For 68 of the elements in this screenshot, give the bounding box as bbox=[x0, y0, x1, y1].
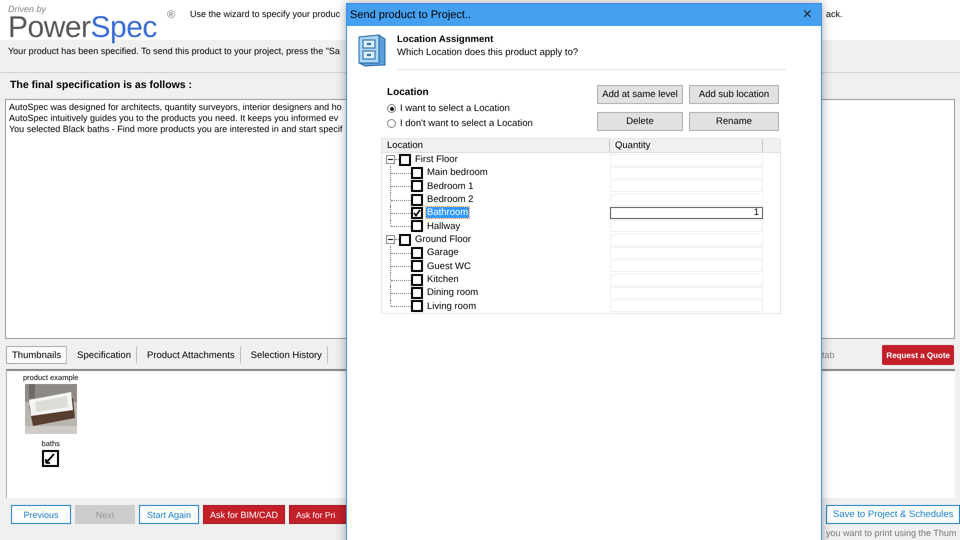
section-heading: The final specification is as follows : bbox=[10, 78, 192, 90]
checkbox[interactable] bbox=[42, 450, 60, 467]
checkbox[interactable] bbox=[411, 166, 423, 179]
nav-button[interactable]: Ask for BIM/CAD bbox=[203, 505, 286, 524]
location-item[interactable]: Dining room bbox=[426, 287, 480, 298]
checkbox[interactable] bbox=[399, 234, 411, 246]
tab[interactable]: Thumbnails bbox=[6, 346, 68, 364]
radio-button[interactable] bbox=[387, 119, 396, 128]
checkbox[interactable] bbox=[411, 274, 423, 286]
quantity-field[interactable] bbox=[610, 154, 763, 166]
specification-line: You selected Black baths - Find more products you are interested in and start specif bbox=[9, 124, 342, 135]
checkbox[interactable] bbox=[399, 154, 411, 166]
window-title: Send product to Project.. bbox=[350, 9, 472, 21]
radio-button[interactable] bbox=[387, 104, 396, 113]
action-button[interactable]: Add at same level bbox=[597, 85, 683, 104]
location-item[interactable]: Living room bbox=[426, 300, 478, 312]
save-button[interactable]: Save to Project & Schedules bbox=[826, 505, 960, 524]
nav-button[interactable]: Start Again bbox=[139, 505, 199, 524]
logo: PowerSpec bbox=[8, 14, 157, 42]
checkbox[interactable] bbox=[411, 300, 423, 312]
tab[interactable]: Specification bbox=[71, 346, 137, 364]
tab[interactable]: Selection History bbox=[244, 346, 328, 364]
location-item[interactable]: Garage bbox=[426, 247, 460, 258]
radio-label[interactable]: I don't want to select a Location bbox=[400, 118, 533, 129]
location-item[interactable]: First Floor bbox=[414, 154, 459, 166]
registered-mark: ® bbox=[167, 9, 176, 21]
section-label: Location bbox=[387, 87, 429, 98]
collapse-icon[interactable] bbox=[386, 235, 395, 244]
quantity-field[interactable]: 1 bbox=[610, 206, 763, 219]
specification-line: AutoSpec was designed for architects, quantity surveyors, interior designers and ho bbox=[9, 102, 342, 113]
action-button[interactable]: Rename bbox=[689, 112, 779, 130]
location-item[interactable]: Guest WC bbox=[426, 260, 472, 272]
checkbox[interactable] bbox=[411, 206, 423, 219]
column-header[interactable]: Quantity bbox=[610, 139, 763, 152]
quantity-field[interactable] bbox=[610, 220, 763, 232]
column-header[interactable]: Location bbox=[382, 139, 610, 152]
checkbox[interactable] bbox=[411, 286, 423, 299]
hint-text: you want to print using the Thum bbox=[826, 528, 956, 538]
nav-button[interactable]: Ask for Pri bbox=[289, 505, 346, 524]
location-item[interactable]: Bedroom 1 bbox=[426, 180, 474, 192]
checkbox[interactable] bbox=[411, 194, 423, 206]
radio-label[interactable]: I want to select a Location bbox=[400, 103, 510, 114]
close-button[interactable]: × bbox=[800, 7, 815, 23]
dialog-subheading: Which Location does this product apply to? bbox=[397, 47, 578, 58]
quantity-field[interactable] bbox=[610, 194, 763, 206]
logo-tagline: Driven by bbox=[8, 4, 46, 14]
instruction-text: ack. bbox=[825, 8, 843, 19]
action-button[interactable]: Delete bbox=[597, 112, 683, 130]
location-item[interactable]: Bedroom 2 bbox=[426, 194, 474, 206]
checkbox[interactable] bbox=[411, 260, 423, 272]
checkbox[interactable] bbox=[411, 180, 423, 192]
tab[interactable]: Product Attachments bbox=[140, 346, 241, 364]
tab-hint: tab bbox=[822, 350, 835, 360]
checkbox[interactable] bbox=[411, 220, 423, 232]
instruction-text: Use the wizard to specify your produc bbox=[190, 8, 340, 19]
location-item[interactable]: Hallway bbox=[426, 220, 462, 232]
notice-text: Your product has been specified. To send this product to your project, press the "Sa bbox=[8, 46, 340, 56]
request-quote-button[interactable]: Request a Quote bbox=[882, 345, 954, 365]
location-item[interactable]: Kitchen bbox=[426, 274, 460, 286]
checkbox[interactable] bbox=[411, 246, 423, 259]
location-item[interactable]: Ground Floor bbox=[414, 234, 472, 246]
location-item[interactable]: Main bedroom bbox=[426, 167, 489, 178]
dialog-heading: Location Assignment bbox=[397, 34, 494, 45]
nav-button[interactable]: Previous bbox=[11, 505, 71, 524]
quantity-field[interactable] bbox=[610, 300, 763, 312]
action-button[interactable]: Add sub location bbox=[689, 85, 779, 104]
collapse-icon[interactable] bbox=[386, 155, 395, 164]
specification-line: AutoSpec intuitively guides you to the products you need. It keeps you informed ev bbox=[9, 113, 338, 124]
